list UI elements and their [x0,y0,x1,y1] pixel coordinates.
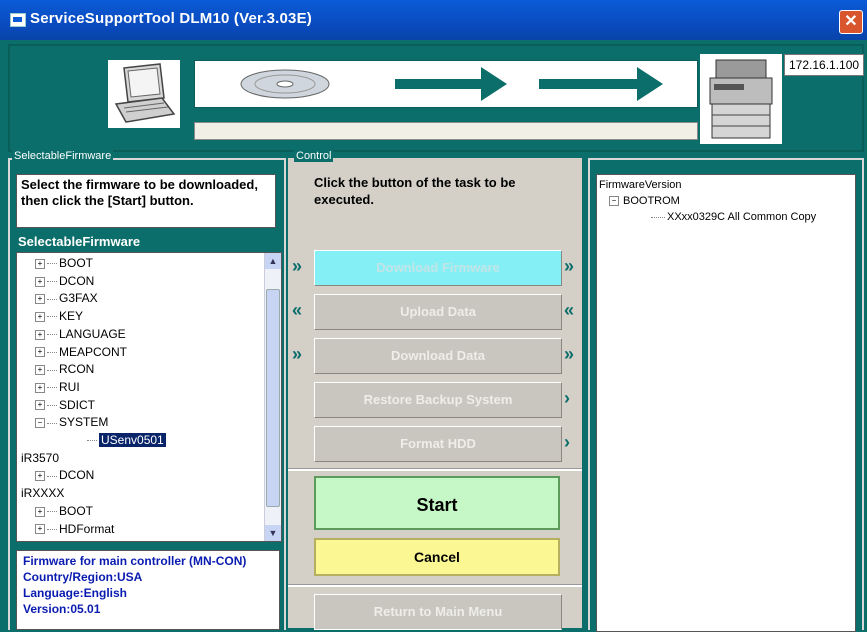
control-instruction: Click the button of the task to be execu… [314,175,516,207]
status-banner: 172.16.1.100 [8,44,864,152]
tree-item-label: SYSTEM [59,415,109,430]
tree-item-label: DCON [59,468,95,483]
tree-item-label: iR3570 [21,450,60,465]
info-line: Country/Region:USA [23,570,143,584]
tree-item[interactable]: + G3FAX [35,290,98,307]
tree-item[interactable]: USenv0501 [87,432,166,449]
expand-icon[interactable]: + [35,311,45,322]
tree-item[interactable]: + RUI [35,379,80,396]
fw-header: FirmwareVersion [599,179,682,191]
app-icon [10,13,26,27]
tree-item[interactable]: + DCON [35,467,94,484]
tree-item-label: HDFormat [59,521,115,536]
expand-icon[interactable]: + [35,347,45,358]
info-line: Version:05.01 [23,602,101,616]
expand-icon[interactable]: + [35,258,45,269]
fw-node-label: BOOTROM [623,195,680,207]
direction-arrow-icon: » [564,344,575,364]
tree-item-label: iRXXXX [21,486,65,501]
scroll-down-icon[interactable]: ▼ [265,525,281,541]
expand-icon[interactable]: + [35,294,45,305]
expand-icon[interactable]: + [35,400,45,411]
firmware-tree[interactable]: + BOOT + DCON + G3FAX + KEY + LANGUAGE + MEAPCONT + R… [16,252,282,542]
tree-item[interactable]: + LANGUAGE [35,326,126,343]
tree-item[interactable]: + SDICT [35,397,95,414]
firmware-version-group: FirmwareVersion − BOOTROM XXxx0329C All C… [588,158,864,632]
tree-item-label: G3FAX [59,291,98,306]
fw-node[interactable]: − BOOTROM [609,195,680,207]
tree-item-label: LANGUAGE [59,326,126,341]
direction-arrow-icon: » [564,256,575,276]
tree-item-label: SDICT [59,397,95,412]
expand-icon[interactable]: + [35,382,45,393]
direction-arrow-icon: › [564,388,570,408]
scroll-up-icon[interactable]: ▲ [265,253,281,269]
close-button[interactable]: ✕ [839,10,863,34]
divider [288,584,582,587]
direction-arrow-icon: « [292,300,303,320]
return-main-menu-button[interactable]: Return to Main Menu [314,594,562,630]
transfer-animation [194,60,698,108]
instruction-text: Select the firmware to be downloaded, th… [16,174,276,228]
tree-item[interactable]: + MEAPCONT [35,344,127,361]
progress-bar [194,122,698,140]
tree-item[interactable]: − SYSTEM [35,414,108,431]
expand-icon[interactable]: + [35,329,45,340]
tree-item[interactable]: + BOOT [35,255,93,272]
tree-item[interactable]: + KEY [35,308,83,325]
printer-icon [700,54,782,144]
tree-item[interactable]: + RCON [35,361,94,378]
cancel-button[interactable]: Cancel [314,538,560,576]
task-button[interactable]: Format HDD [314,426,562,462]
tree-item-label: RUI [59,379,80,394]
tree-item-label: KEY [59,309,84,324]
scroll-thumb[interactable] [266,289,280,507]
tree-item-label: DCON [59,273,95,288]
fw-child[interactable]: XXxx0329C All Common Copy [651,211,816,223]
control-group: Control Click the button of the task to … [288,150,582,630]
tree-item[interactable]: + DCON [35,273,94,290]
direction-arrow-icon: » [292,256,303,276]
fw-child-label: XXxx0329C All Common Copy [667,211,817,223]
info-line: Firmware for main controller (MN-CON) [23,554,247,568]
task-button[interactable]: Download Firmware [314,250,562,286]
divider [288,468,582,471]
tree-item[interactable]: + HDFormat [35,521,114,538]
tree-item[interactable]: iR3570 [21,450,59,467]
firmware-version-tree[interactable]: FirmwareVersion − BOOTROM XXxx0329C All C… [596,174,856,632]
group-legend: SelectableFirmware [12,150,114,162]
start-button[interactable]: Start [314,476,560,530]
tree-item-label: USenv0501 [99,433,166,447]
expand-icon[interactable]: + [35,506,45,517]
task-button[interactable]: Download Data [314,338,562,374]
direction-arrow-icon: › [564,432,570,452]
firmware-info: Firmware for main controller (MN-CON) Co… [16,550,280,630]
ip-address-field: 172.16.1.100 [784,54,864,76]
window-title: ServiceSupportTool DLM10 (Ver.3.03E) [30,10,313,27]
tree-item-label: BOOT [59,503,94,518]
expand-icon[interactable]: + [35,524,45,535]
info-line: Language:English [23,586,128,600]
selectable-firmware-group: SelectableFirmware Select the firmware t… [8,150,286,630]
expand-icon[interactable]: + [35,276,45,287]
tree-item-label: MEAPCONT [59,344,128,359]
collapse-icon[interactable]: − [35,418,45,429]
group-legend: Control [294,150,334,162]
tree-scrollbar[interactable]: ▲ ▼ [264,253,281,541]
direction-arrow-icon: « [564,300,575,320]
tree-item[interactable]: iRXXXX [21,485,64,502]
expand-icon[interactable]: + [35,365,45,376]
laptop-icon [108,60,180,128]
title-bar: ServiceSupportTool DLM10 (Ver.3.03E) ✕ [0,0,867,40]
task-button[interactable]: Upload Data [314,294,562,330]
direction-arrow-icon: » [292,344,303,364]
tree-item-label: RCON [59,362,95,377]
tree-item[interactable]: + BOOT [35,503,93,520]
tree-label: SelectableFirmware [18,234,141,249]
tree-item-label: BOOT [59,256,94,270]
task-button[interactable]: Restore Backup System [314,382,562,418]
expand-icon[interactable]: + [35,471,45,482]
